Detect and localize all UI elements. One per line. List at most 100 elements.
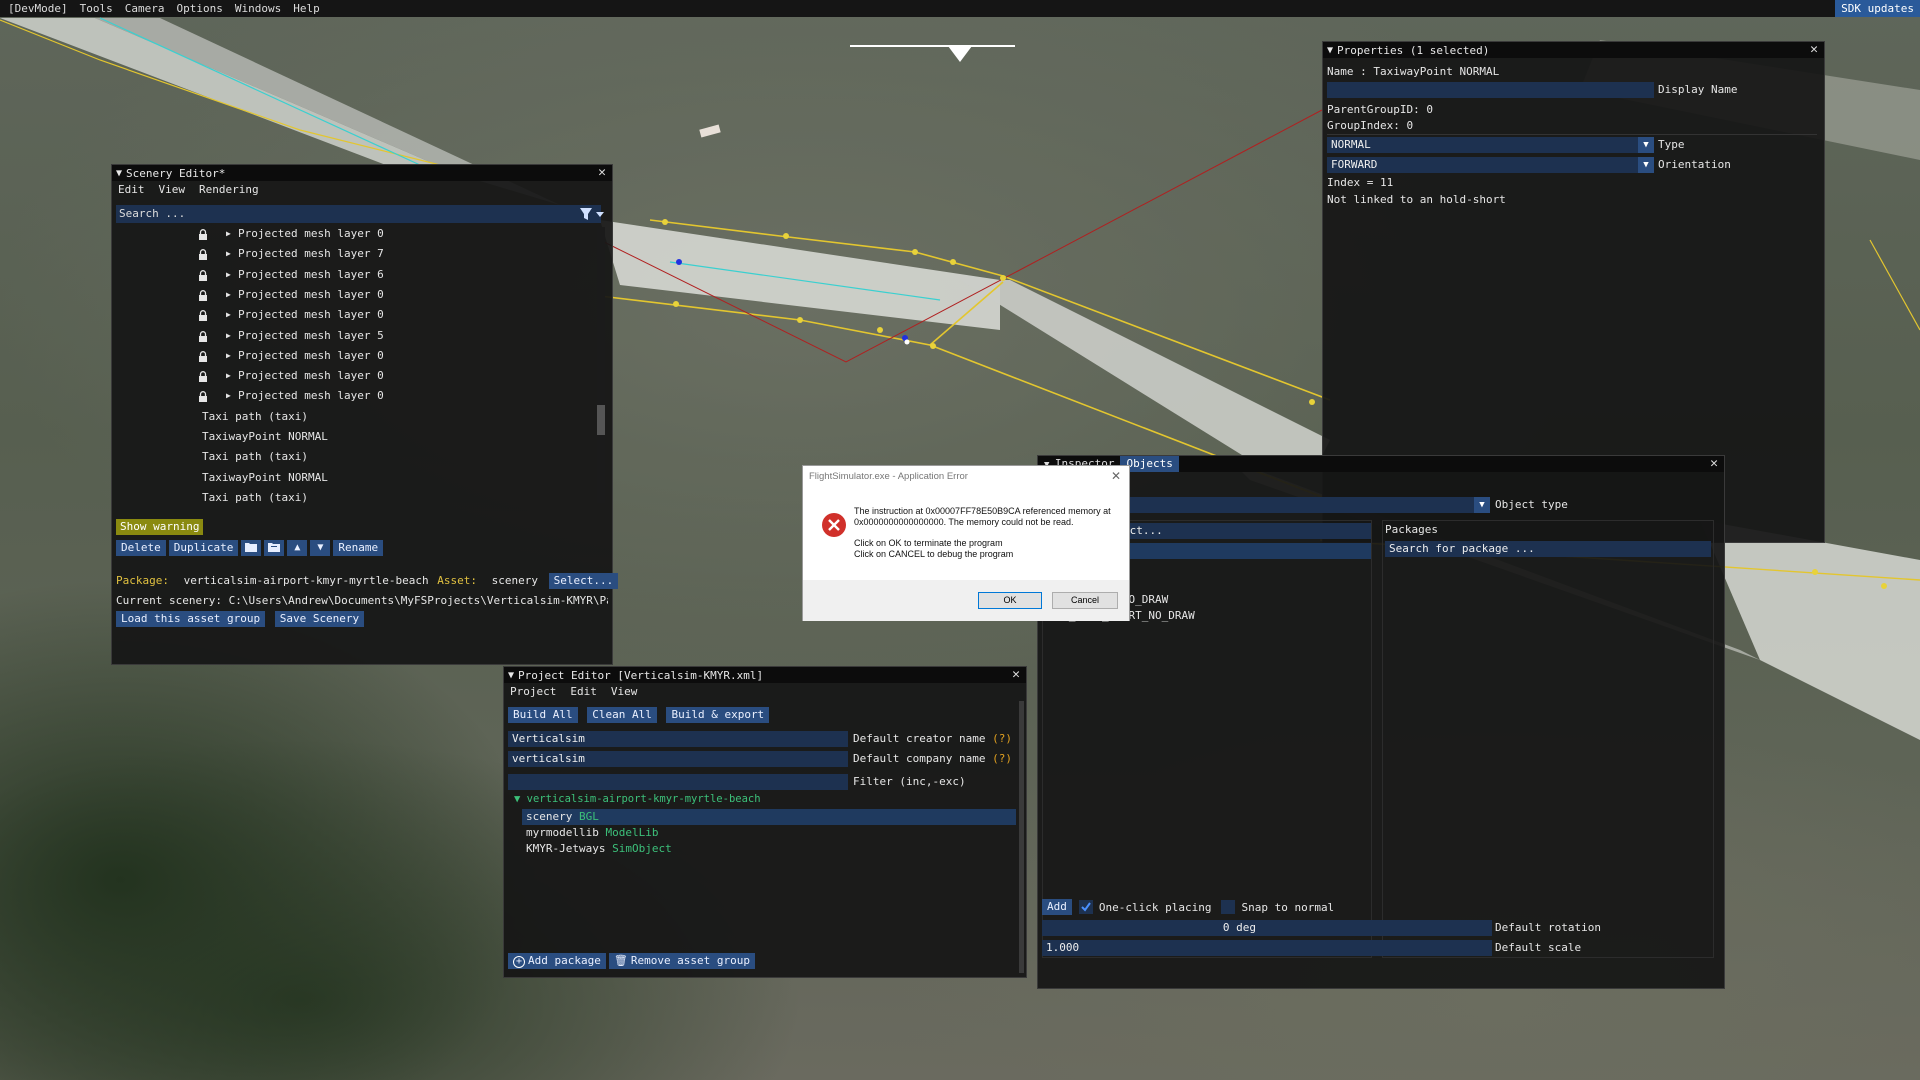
collapse-triangle-icon[interactable]: ▼ (508, 670, 514, 681)
filter-icon[interactable] (578, 206, 606, 222)
folder-open-icon[interactable] (264, 540, 285, 556)
folder-icon[interactable] (241, 540, 262, 556)
project-scrollbar[interactable] (1019, 701, 1024, 973)
expand-arrow-icon[interactable]: ▶ (226, 225, 231, 243)
collapse-triangle-icon[interactable]: ▼ (1327, 45, 1333, 56)
default-rotation-input[interactable]: 0 deg (1042, 920, 1492, 936)
build-all-button[interactable]: Build All (508, 707, 578, 723)
expand-arrow-icon[interactable]: ▶ (226, 387, 231, 405)
close-icon[interactable]: ✕ (1012, 667, 1020, 683)
add-object-button[interactable]: Add (1042, 899, 1072, 915)
expand-arrow-icon[interactable]: ▶ (226, 367, 231, 385)
scenery-list-item[interactable]: ▶ Projected mesh layer 7 (116, 245, 596, 263)
expand-arrow-icon[interactable]: ▶ (226, 266, 231, 284)
duplicate-button[interactable]: Duplicate (168, 540, 239, 556)
tree-root-package[interactable]: ▼ verticalsim-airport-kmyr-myrtle-beach (514, 793, 761, 805)
help-marker[interactable]: (?) (992, 732, 1012, 745)
expand-arrow-icon[interactable]: ▶ (226, 286, 231, 304)
menu-tools[interactable]: Tools (74, 0, 119, 17)
snap-normal-checkbox[interactable] (1221, 900, 1236, 914)
scenery-list-item[interactable]: ▶ Projected mesh layer 0 (116, 367, 596, 385)
scenery-list-item[interactable]: ▶ Projected mesh layer 6 (116, 266, 596, 284)
chevron-down-icon[interactable]: ▼ (1474, 497, 1490, 513)
lock-icon[interactable] (198, 350, 208, 362)
package-search-input[interactable]: Search for package ... (1385, 541, 1711, 557)
lock-icon[interactable] (198, 269, 208, 281)
project-editor-titlebar[interactable]: ▼ Project Editor [Verticalsim-KMYR.xml] … (504, 667, 1026, 683)
select-asset-button[interactable]: Select... (548, 573, 619, 589)
move-up-icon[interactable]: ▲ (287, 540, 308, 556)
remove-asset-group-button[interactable]: 🗑 Remove asset group (608, 953, 756, 969)
tree-item-scenery[interactable]: scenery BGL (522, 809, 1016, 825)
scenery-list-item[interactable]: TaxiwayPoint NORMAL (116, 428, 596, 446)
scenery-list-item[interactable]: ▶ Projected mesh layer 0 (116, 387, 596, 405)
menu-project[interactable]: Project (510, 685, 556, 698)
rename-button[interactable]: Rename (333, 540, 384, 556)
scenery-list-item[interactable]: ▶ Projected mesh layer 0 (116, 347, 596, 365)
expand-arrow-icon[interactable]: ▶ (226, 347, 231, 365)
scenery-list-item[interactable]: Taxi path (taxi) (116, 489, 596, 507)
menu-windows[interactable]: Windows (229, 0, 287, 17)
menu-devmode[interactable]: [DevMode] (0, 0, 74, 17)
chevron-down-icon[interactable]: ▼ (1638, 137, 1654, 153)
move-down-icon[interactable]: ▼ (310, 540, 331, 556)
ok-button[interactable]: OK (978, 592, 1042, 609)
menu-view[interactable]: View (159, 183, 186, 196)
cancel-button[interactable]: Cancel (1052, 592, 1118, 609)
objects-titlebar[interactable]: ▼ Inspector Objects ✕ (1038, 456, 1724, 472)
help-marker[interactable]: (?) (992, 752, 1012, 765)
delete-button[interactable]: Delete (116, 540, 166, 556)
close-icon[interactable]: ✕ (598, 165, 606, 181)
one-click-checkbox[interactable] (1078, 900, 1093, 914)
menu-rendering[interactable]: Rendering (199, 183, 259, 196)
display-name-input[interactable] (1327, 82, 1654, 98)
lock-icon[interactable] (198, 330, 208, 342)
menu-options[interactable]: Options (170, 0, 228, 17)
sdk-updates-button[interactable]: SDK updates (1835, 0, 1920, 17)
expand-arrow-icon[interactable]: ▶ (226, 306, 231, 324)
scenery-list-item[interactable]: TaxiwayPoint NORMAL (116, 469, 596, 487)
collapse-triangle-icon[interactable]: ▼ (116, 168, 122, 179)
lock-icon[interactable] (198, 310, 208, 322)
build-export-button[interactable]: Build & export (666, 707, 770, 723)
lock-icon[interactable] (198, 229, 208, 240)
lock-icon[interactable] (198, 289, 208, 301)
scenery-list-item[interactable]: Taxi path (taxi) (116, 408, 596, 426)
scrollbar-thumb[interactable] (597, 405, 605, 435)
menu-edit[interactable]: Edit (570, 685, 597, 698)
scenery-list-item[interactable]: ▶ Projected mesh layer 0 (116, 306, 596, 324)
show-warning-toggle[interactable]: Show warning (116, 519, 204, 535)
add-package-button[interactable]: + Add package (508, 953, 606, 969)
load-asset-group-button[interactable]: Load this asset group (116, 611, 266, 627)
scenery-list-item[interactable]: ▶ Projected mesh layer 0 (116, 286, 596, 304)
close-icon[interactable]: ✕ (1810, 42, 1818, 58)
lock-icon[interactable] (198, 371, 208, 383)
scenery-list-item[interactable]: ▶ Projected mesh layer 0 (116, 225, 596, 243)
scenery-editor-titlebar[interactable]: ▼ Scenery Editor* ✕ (112, 165, 612, 181)
clean-all-button[interactable]: Clean All (587, 707, 657, 723)
creator-name-input[interactable]: Verticalsim (508, 731, 848, 747)
close-icon[interactable]: ✕ (1710, 456, 1718, 472)
close-icon[interactable]: ✕ (1111, 469, 1121, 483)
scenery-list-item[interactable]: ▶ Projected mesh layer 5 (116, 327, 596, 345)
expand-arrow-icon[interactable]: ▶ (226, 327, 231, 345)
chevron-down-icon[interactable]: ▼ (1638, 157, 1654, 173)
default-scale-input[interactable]: 1.000 (1042, 940, 1492, 956)
lock-icon[interactable] (198, 391, 208, 403)
save-scenery-button[interactable]: Save Scenery (274, 611, 365, 627)
scenery-search-input[interactable]: Search ... (116, 205, 601, 223)
menu-edit[interactable]: Edit (118, 183, 145, 196)
tree-item-myrmodellib[interactable]: myrmodellib ModelLib (522, 825, 658, 841)
type-select[interactable]: NORMAL (1327, 137, 1640, 153)
company-name-input[interactable]: verticalsim (508, 751, 848, 767)
project-filter-input[interactable] (508, 774, 848, 790)
tree-item-jetways[interactable]: KMYR-Jetways SimObject (522, 841, 672, 857)
lock-icon[interactable] (198, 249, 208, 261)
menu-camera[interactable]: Camera (119, 0, 171, 17)
properties-titlebar[interactable]: ▼ Properties (1 selected) ✕ (1323, 42, 1824, 58)
scenery-list-item[interactable]: Taxi path (taxi) (116, 448, 596, 466)
menu-help[interactable]: Help (287, 0, 326, 17)
scenery-list-scrollbar[interactable] (597, 227, 605, 503)
orientation-select[interactable]: FORWARD (1327, 157, 1640, 173)
menu-view[interactable]: View (611, 685, 638, 698)
